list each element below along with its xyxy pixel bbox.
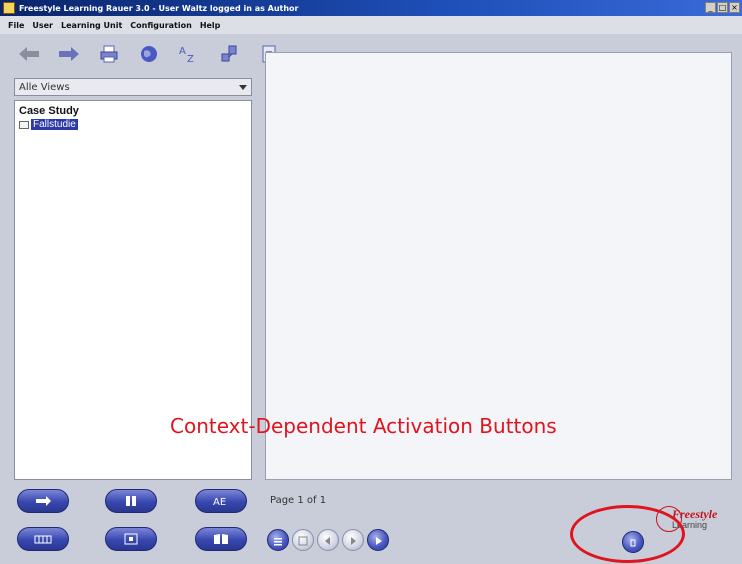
previous-page-button[interactable]: [317, 529, 339, 551]
list-icon: [273, 531, 283, 550]
folder-icon: [19, 120, 29, 129]
az-sort-icon[interactable]: AZ: [178, 43, 200, 65]
text-tool-button[interactable]: AE: [195, 489, 247, 513]
annotation-text: Context-Dependent Activation Buttons: [170, 414, 557, 438]
media-icon: [124, 530, 138, 549]
forward-arrow-icon[interactable]: [58, 43, 80, 65]
menu-bar: File User Learning Unit Configuration He…: [0, 16, 742, 34]
app-window: Freestyle Learning Rauer 3.0 - User Walt…: [0, 0, 742, 564]
window-title: Freestyle Learning Rauer 3.0 - User Walt…: [19, 3, 299, 13]
maximize-button[interactable]: □: [717, 2, 728, 13]
menu-file[interactable]: File: [8, 21, 24, 30]
highlight-ellipse: [570, 505, 685, 563]
minimize-button[interactable]: _: [705, 2, 716, 13]
pause-button[interactable]: [105, 489, 157, 513]
page-indicator: Page 1 of 1: [270, 495, 327, 506]
next-page-button[interactable]: [342, 529, 364, 551]
book-button[interactable]: [195, 527, 247, 551]
svg-text:AE: AE: [213, 497, 226, 507]
globe-icon[interactable]: [138, 43, 160, 65]
grid-icon: [298, 531, 308, 550]
chevron-down-icon: [239, 85, 247, 90]
tree-node-fallstudie[interactable]: Fallstudie: [19, 119, 247, 130]
grid-view-button[interactable]: [292, 529, 314, 551]
close-button[interactable]: ×: [729, 2, 740, 13]
app-icon: [3, 2, 15, 14]
play-button[interactable]: [367, 529, 389, 551]
menu-configuration[interactable]: Configuration: [130, 21, 192, 30]
view-select[interactable]: Alle Views: [14, 78, 252, 96]
pause-icon: [125, 492, 137, 511]
menu-user[interactable]: User: [32, 21, 53, 30]
media-button[interactable]: [105, 527, 157, 551]
tree-title: Case Study: [19, 105, 79, 117]
ab-icon: AE: [211, 492, 231, 511]
view-select-value: Alle Views: [19, 81, 70, 93]
menu-learning-unit[interactable]: Learning Unit: [61, 21, 122, 30]
svg-text:A: A: [179, 46, 186, 57]
title-bar: Freestyle Learning Rauer 3.0 - User Walt…: [0, 0, 742, 16]
tree-node-label: Fallstudie: [31, 119, 78, 130]
print-icon[interactable]: [98, 43, 120, 65]
next-button[interactable]: [17, 489, 69, 513]
window-controls: _ □ ×: [705, 2, 740, 13]
glasses-icon: [34, 530, 52, 549]
glasses-button[interactable]: [17, 527, 69, 551]
svg-text:Z: Z: [187, 54, 194, 63]
play-icon: [373, 531, 383, 550]
book-icon: [213, 530, 229, 549]
list-view-button[interactable]: [267, 529, 289, 551]
arrow-left-icon: [323, 531, 333, 550]
connect-icon[interactable]: [218, 43, 240, 65]
arrow-right-icon: [348, 531, 358, 550]
menu-help[interactable]: Help: [200, 21, 221, 30]
back-arrow-icon[interactable]: [18, 43, 40, 65]
arrow-right-icon: [34, 492, 52, 511]
